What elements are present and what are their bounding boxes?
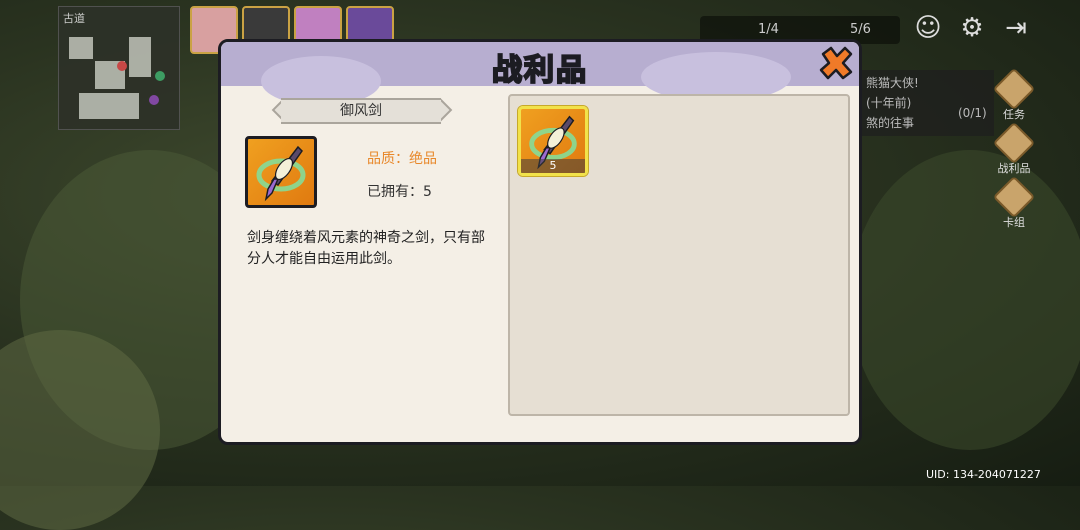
deck-icon — [992, 175, 1036, 219]
close-button[interactable] — [817, 44, 855, 82]
tree-shape — [850, 150, 1080, 450]
loot-icon — [992, 121, 1036, 165]
exit-icon[interactable]: ⇥ — [1000, 12, 1032, 44]
resource-right-value: 5/6 — [850, 22, 871, 37]
item-name: 御风剑 — [281, 98, 441, 124]
dialog-header: 战利品 — [221, 42, 859, 106]
side-button-label: 卡组 — [1003, 216, 1025, 229]
side-button-quest[interactable]: 任务 — [992, 67, 1036, 122]
panda-face-icon[interactable]: ☺ — [912, 12, 944, 44]
quest-count: (0/1) — [958, 106, 987, 120]
minimap-tile — [129, 37, 151, 77]
slot-count: 5 — [521, 159, 585, 173]
item-description: 剑身缠绕着风元素的神奇之剑，只有部分人才能自由运用此剑。 — [247, 230, 485, 267]
side-button-label: 战利品 — [997, 162, 1031, 175]
minimap-tile — [79, 93, 139, 119]
npc-marker-icon — [155, 71, 165, 81]
portal-marker-icon — [149, 95, 159, 105]
minimap-title: 古道 — [63, 12, 85, 25]
gear-icon[interactable]: ⚙ — [956, 12, 988, 44]
resource-left-value: 1/4 — [758, 22, 779, 37]
minimap-tile — [69, 37, 93, 59]
side-button-deck[interactable]: 卡组 — [992, 175, 1036, 230]
wind-sword-icon — [256, 145, 306, 202]
loot-slot[interactable]: 5 — [518, 106, 588, 176]
quest-icon — [992, 67, 1036, 111]
uid-label: UID: 134-204071227 — [926, 468, 1041, 481]
quest-tracker[interactable]: 熊猫大侠! (十年前) 煞的往事 (0/1) — [862, 70, 994, 136]
loot-grid: 5 — [508, 94, 850, 416]
quest-line: (十年前) — [866, 96, 912, 110]
loot-dialog: 战利品 御风剑 品质：绝品 已拥有：5 剑身缠绕着风元素的神奇之剑，只有部分人才… — [218, 39, 862, 445]
quest-line: 煞的往事 — [866, 116, 915, 130]
player-marker-icon — [117, 61, 127, 71]
item-quality: 品质：绝品 — [367, 151, 437, 167]
item-preview — [245, 136, 317, 208]
minimap[interactable]: 古道 — [58, 6, 180, 130]
item-owned-count: 已拥有：5 — [367, 184, 432, 200]
close-icon — [819, 46, 853, 80]
side-button-loot[interactable]: 战利品 — [992, 121, 1036, 176]
side-button-label: 任务 — [1003, 108, 1025, 121]
quest-line: 熊猫大侠! — [866, 76, 919, 90]
dialog-title: 战利品 — [491, 52, 588, 89]
